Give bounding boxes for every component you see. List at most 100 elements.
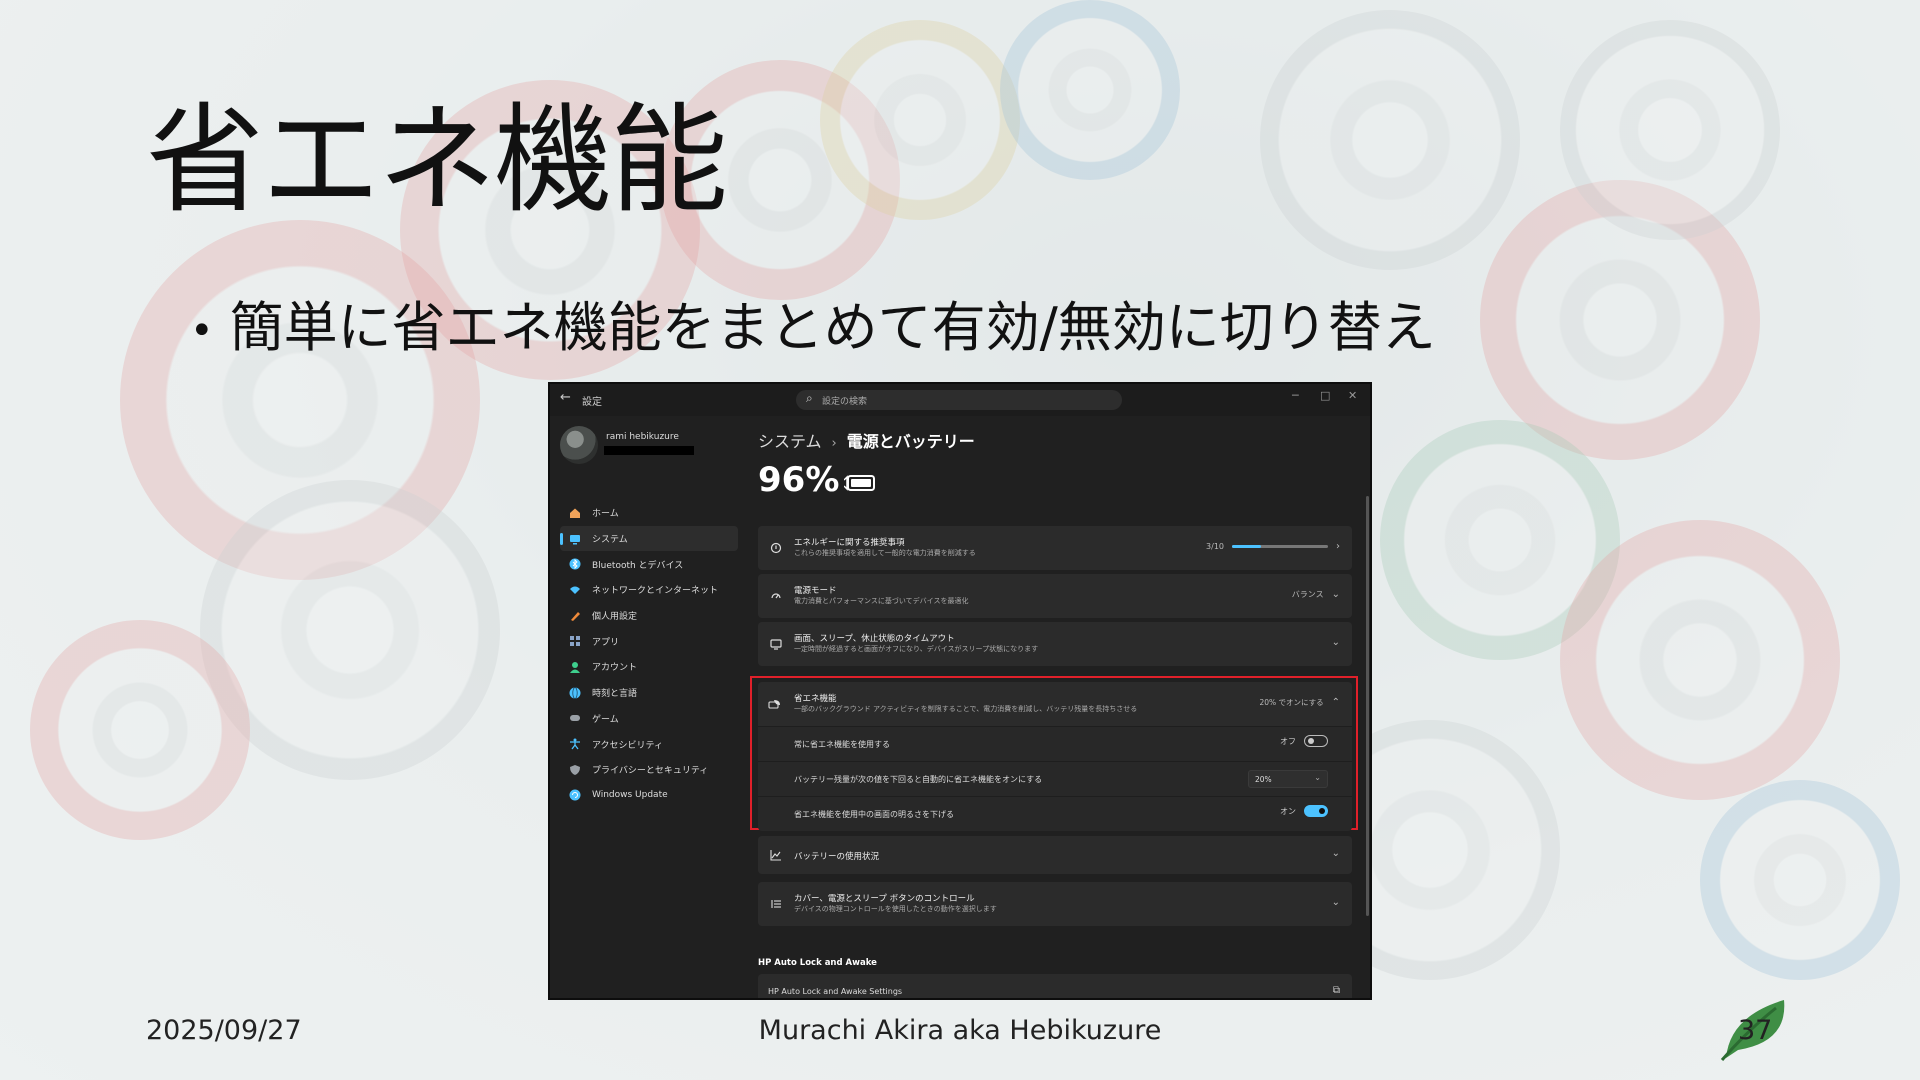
dim-screen-toggle[interactable]	[1304, 805, 1328, 817]
sidebar-item-label: アプリ	[592, 637, 620, 648]
threshold-value: 20%	[1255, 775, 1272, 784]
card-title: バッテリーの使用状況	[794, 852, 880, 862]
sidebar-item-label: 個人用設定	[592, 612, 638, 623]
sidebar-item-label: ネットワークとインターネット	[592, 586, 719, 597]
sidebar-item[interactable]: 時刻と言語	[560, 680, 738, 706]
recommendation-progress	[1232, 545, 1328, 548]
sidebar-item[interactable]: ホーム	[560, 500, 738, 526]
row-label: バッテリー残量が次の値を下回ると自動的に省エネ機能をオンにする	[794, 775, 1043, 784]
lightbulb-icon	[768, 540, 784, 556]
toggle-state: オフ	[1280, 736, 1296, 746]
card-title: 電源モード	[794, 586, 837, 596]
minimize-button[interactable]: ─	[1292, 389, 1299, 402]
power-mode-card[interactable]: 電源モード 電力消費とパフォーマンスに基づいてデバイスを最適化 バランス ⌄	[758, 574, 1352, 618]
sidebar-item-label: アクセシビリティ	[592, 740, 664, 751]
globe-icon	[568, 686, 582, 700]
power-mode-value[interactable]: バランス	[1292, 589, 1324, 600]
energy-saver-section: 省エネ機能 一部のバックグラウンド アクティビティを制限することで、電力消費を削…	[750, 676, 1358, 831]
energy-recommendations-card[interactable]: エネルギーに関する推奨事項 これらの推奨事項を適用して一般的な電力消費を削減する…	[758, 526, 1352, 570]
external-link-icon: ⧉	[1332, 985, 1340, 996]
toggle-state: オン	[1280, 806, 1296, 816]
row-control: オン	[1280, 805, 1328, 817]
row-label: 省エネ機能を使用中の画面の明るさを下げる	[794, 810, 954, 819]
row-label: 常に省エネ機能を使用する	[794, 740, 890, 749]
search-input[interactable]: ⌕ 設定の検索	[796, 390, 1122, 410]
account-icon	[568, 660, 582, 674]
sidebar-item[interactable]: ゲーム	[560, 706, 738, 732]
settings-sidebar: rami hebikuzure ホーム システム Bluetooth とデバイス ネッ…	[550, 416, 742, 998]
window-titlebar: ← 設定 ⌕ 設定の検索 ─ □ ✕	[550, 384, 1370, 416]
sidebar-item[interactable]: システム	[560, 525, 738, 552]
search-placeholder: 設定の検索	[822, 397, 868, 407]
card-title: エネルギーに関する推奨事項	[794, 538, 905, 548]
sidebar-item[interactable]: プライバシーとセキュリティ	[560, 757, 738, 783]
slide-title: 省エネ機能	[146, 91, 728, 229]
sidebar-item[interactable]: アクセシビリティ	[560, 731, 738, 757]
lid-buttons-card[interactable]: カバー、電源とスリープ ボタンのコントロール デバイスの物理コントロールを使用し…	[758, 882, 1352, 926]
power-mode-icon	[768, 588, 784, 604]
always-use-energy-saver-row: 常に省エネ機能を使用する オフ	[758, 726, 1352, 761]
card-subtitle: 一定時間が経過すると画面がオフになり、デバイスがスリープ状態になります	[794, 645, 1039, 653]
bluetooth-icon	[568, 557, 582, 571]
dim-screen-row: 省エネ機能を使用中の画面の明るさを下げる オン	[758, 796, 1352, 831]
leaf-icon	[768, 696, 781, 715]
battery-icon	[844, 475, 875, 491]
shield-icon	[568, 763, 582, 777]
back-arrow-icon[interactable]: ←	[560, 390, 571, 405]
card-control: 3/10 ›	[1206, 541, 1340, 552]
close-button[interactable]: ✕	[1348, 389, 1357, 402]
always-energy-saver-toggle[interactable]	[1304, 735, 1328, 747]
monitor-icon	[768, 636, 784, 652]
system-icon	[568, 532, 582, 546]
settings-main: システム › 電源とバッテリー 96% エネルギーに関する推奨事項 これらの推奨事項…	[750, 416, 1370, 998]
card-control: ⌄	[1332, 848, 1340, 859]
network-icon	[568, 583, 582, 597]
breadcrumb-separator: ›	[831, 436, 837, 451]
battery-percent: 96%	[758, 460, 840, 500]
chevron-down-icon: ⌄	[1331, 637, 1340, 648]
chevron-right-icon: ›	[1336, 541, 1340, 552]
brush-icon	[568, 609, 582, 623]
card-subtitle: 一部のバックグラウンド アクティビティを制限することで、電力消費を削減し、バッテ…	[794, 705, 1138, 713]
sidebar-item-label: アカウント	[592, 663, 638, 674]
sidebar-item-label: ホーム	[592, 509, 619, 520]
sidebar-item-label: システム	[592, 535, 628, 546]
scrollbar[interactable]	[1366, 496, 1369, 916]
sidebar-item[interactable]: アプリ	[560, 628, 738, 654]
sidebar-item-label: Bluetooth とデバイス	[592, 560, 684, 571]
chevron-down-icon: ⌄	[1331, 589, 1340, 600]
bullet-text: 簡単に省エネ機能をまとめて有効/無効に切り替え	[229, 296, 1436, 359]
sidebar-item[interactable]: 個人用設定	[560, 603, 738, 629]
search-icon: ⌕	[806, 391, 813, 405]
battery-usage-card[interactable]: バッテリーの使用状況 ⌄	[758, 836, 1352, 874]
sidebar-item[interactable]: アカウント	[560, 654, 738, 680]
hp-auto-lock-card[interactable]: HP Auto Lock and Awake Settings ⧉	[758, 974, 1352, 998]
card-subtitle: 電力消費とパフォーマンスに基づいてデバイスを最適化	[794, 597, 969, 605]
threshold-dropdown[interactable]: 20% ⌄	[1248, 770, 1328, 788]
card-control: ⌄	[1332, 637, 1340, 648]
chevron-down-icon: ⌄	[1331, 897, 1340, 908]
card-control: ⌄	[1332, 897, 1340, 908]
card-title: HP Auto Lock and Awake Settings	[768, 987, 903, 996]
chart-icon	[768, 847, 784, 863]
sidebar-item-label: プライバシーとセキュリティ	[592, 766, 709, 777]
timeouts-card[interactable]: 画面、スリープ、休止状態のタイムアウト 一定時間が経過すると画面がオフになり、デ…	[758, 622, 1352, 666]
accessibility-icon	[568, 737, 582, 751]
page-number: 37	[1738, 1015, 1773, 1046]
chevron-up-icon: ⌃	[1331, 697, 1340, 708]
maximize-button[interactable]: □	[1320, 389, 1330, 402]
breadcrumb-parent[interactable]: システム	[758, 432, 822, 451]
recommendation-count: 3/10	[1206, 542, 1224, 551]
footer-author: Murachi Akira aka Hebikuzure	[758, 1015, 1162, 1046]
bullet-dot: •	[190, 308, 214, 355]
card-control: バランス ⌄	[1292, 589, 1340, 600]
sidebar-item[interactable]: ネットワークとインターネット	[560, 577, 738, 603]
avatar[interactable]	[560, 426, 598, 464]
sidebar-item[interactable]: Bluetooth とデバイス	[560, 551, 738, 577]
auto-energy-saver-row: バッテリー残量が次の値を下回ると自動的に省エネ機能をオンにする 20% ⌄	[758, 761, 1352, 796]
sidebar-item[interactable]: Windows Update	[560, 783, 738, 809]
energy-saver-status: 20% でオンにする ⌃	[1259, 697, 1340, 708]
energy-saver-header[interactable]: 省エネ機能 一部のバックグラウンド アクティビティを制限することで、電力消費を削…	[758, 682, 1352, 726]
card-subtitle: デバイスの物理コントロールを使用したときの動作を選択します	[794, 905, 997, 913]
energy-saver-status-text: 20% でオンにする	[1259, 698, 1324, 707]
